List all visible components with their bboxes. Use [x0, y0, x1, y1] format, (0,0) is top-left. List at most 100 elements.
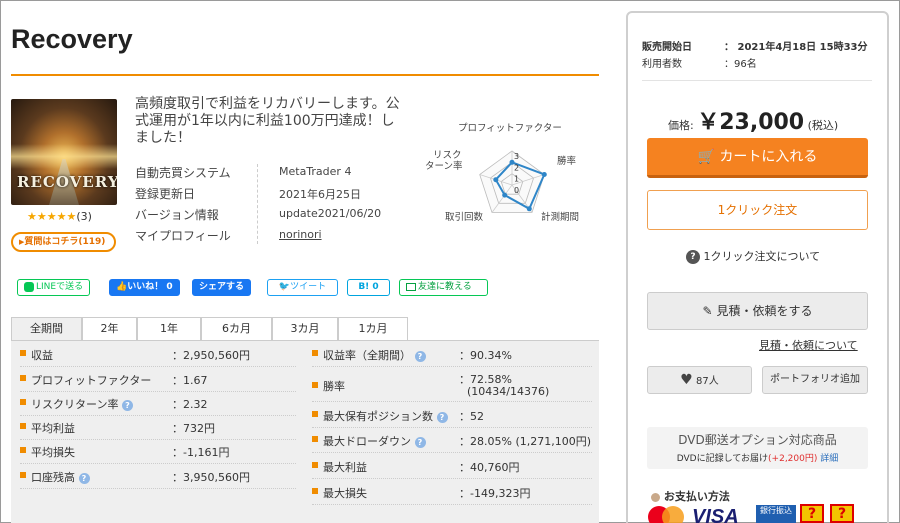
stat-row: プロフィットファクター ：1.67 [20, 368, 296, 392]
stat-value: ：2.32 [172, 398, 208, 411]
stat-bullet [312, 462, 318, 468]
radar-scale-label: 1 [514, 175, 519, 184]
rating-count: (3) [76, 210, 92, 223]
profile-link[interactable]: norinori [279, 228, 322, 241]
info-value-system: MetaTrader 4 [279, 165, 352, 178]
stat-bullet [312, 350, 318, 356]
favorite-button[interactable]: ♥ 87人 [647, 366, 752, 394]
radar-scale-label: 3 [514, 152, 519, 161]
tweet-label: ツイート [290, 282, 327, 292]
help-icon[interactable]: ? [78, 472, 90, 484]
facebook-like-label: いいね！ 0 [127, 282, 173, 292]
stat-label: 口座残高 ? [31, 469, 90, 485]
stat-value: ：1.67 [172, 374, 208, 387]
hatena-bookmark-button[interactable]: B! 0 [347, 279, 390, 296]
question-circle-icon: ? [686, 250, 700, 264]
release-date-label: 販売開始日 [642, 42, 692, 53]
radar-point [541, 172, 547, 177]
stat-label: 最大損失 [323, 487, 367, 500]
stat-value: ：-149,323円 [459, 487, 531, 500]
dvd-price: (+2,200円) [768, 454, 818, 464]
tab-1-year[interactable]: 1年 [137, 317, 201, 341]
stat-row: 収益率（全期間） ? ：90.34% [312, 343, 592, 367]
product-thumbnail[interactable]: RECOVERY [11, 99, 117, 205]
visa-icon: VISA [692, 506, 739, 523]
stat-row: 最大利益 ：40,760円 [312, 455, 592, 479]
stat-label-text: 最大保有ポジション数 [323, 410, 433, 423]
line-share-button[interactable]: LINEで送る [17, 279, 91, 296]
stat-bullet [20, 350, 26, 356]
quote-request-label: 見積・依頼をする [716, 304, 813, 318]
stat-label: リスクリターン率 ? [31, 396, 133, 412]
radar-point [526, 206, 532, 212]
tax-note: (税込) [807, 119, 839, 132]
dvd-detail-link[interactable]: 詳細 [820, 454, 838, 464]
payment-q-icon-2: ? [830, 504, 854, 523]
mail-friend-button[interactable]: 友達に教える [399, 279, 488, 296]
dvd-title: DVD郵送オプション対応商品 [678, 433, 837, 447]
rating[interactable]: ★★★★★(3) [27, 210, 92, 223]
dvd-note: DVDに記録してお届け [676, 454, 769, 464]
tab-3-months[interactable]: 3カ月 [272, 317, 338, 341]
info-label-updated: 登録更新日 [135, 187, 196, 201]
stat-value: ：90.34% [459, 349, 512, 362]
stat-row: 口座残高 ? ：3,950,560円 [20, 465, 296, 489]
payment-title-row: お支払い方法 [651, 488, 730, 504]
radar-label-risk-1: リスク [433, 150, 462, 161]
tab-1-month[interactable]: 1カ月 [338, 317, 408, 341]
tab-all-period[interactable]: 全期間 [11, 317, 82, 341]
stat-bullet [312, 411, 318, 417]
info-label-system: 自動売買システム [135, 166, 231, 180]
stats-panel: 収益 ：2,950,560円 プロフィットファクター ：1.67 リスクリターン… [11, 340, 599, 523]
stat-value: ：3,950,560円 [172, 471, 250, 484]
stat-value: ：732円 [172, 422, 215, 435]
add-to-cart-button[interactable]: 🛒 カートに入れる [647, 138, 868, 178]
stat-label: 収益 [31, 349, 53, 362]
users-value: ：96名 [724, 59, 757, 70]
stat-label-text: 口座残高 [31, 471, 75, 484]
radar-label-risk-2: ターン率 [425, 161, 463, 172]
radar-scale-label: 2 [514, 163, 519, 172]
price-value: ￥23,000 [697, 110, 805, 135]
help-icon[interactable]: ? [414, 436, 426, 448]
question-button[interactable]: ▶質問はコチラ(119) [11, 232, 116, 252]
stat-value: ：-1,161円 [172, 446, 230, 459]
help-icon[interactable]: ? [414, 350, 426, 362]
add-portfolio-button[interactable]: ポートフォリオ追加 [762, 366, 868, 394]
payment-title: お支払い方法 [663, 490, 730, 503]
stat-bullet [312, 436, 318, 442]
thumbs-up-icon: 👍 [116, 282, 128, 292]
stat-row: リスクリターン率 ? ：2.32 [20, 392, 296, 416]
help-icon[interactable]: ? [436, 411, 448, 423]
stat-label: 最大保有ポジション数 ? [323, 408, 448, 424]
payment-q-icon: ? [800, 504, 824, 523]
tweet-button[interactable]: 🐦ツイート [267, 279, 338, 296]
one-click-order-button[interactable]: 1クリック注文 [647, 190, 868, 230]
stat-value: ：52 [459, 410, 484, 423]
one-click-about-label: 1クリック注文について [703, 250, 821, 263]
stat-label-text: リスクリターン率 [31, 398, 119, 411]
one-click-about-link[interactable]: ? 1クリック注文について [686, 248, 820, 264]
stat-bullet [20, 472, 26, 478]
quote-about-link[interactable]: 見積・依頼について [759, 337, 858, 353]
stat-label: 勝率 [323, 380, 345, 393]
radar-chart: 3 2 1 0 [479, 150, 547, 213]
quote-request-button[interactable]: ✎ 見積・依頼をする [647, 292, 868, 330]
stat-bullet [20, 375, 26, 381]
stat-label: 最大利益 [323, 461, 367, 474]
panel-divider [642, 80, 872, 81]
bank-transfer-icon: 銀行振込 [756, 505, 796, 523]
question-button-label: 質問はコチラ(119) [24, 237, 106, 247]
info-value-version: update2021/06/20 [279, 207, 382, 220]
page-title: Recovery [11, 24, 133, 54]
facebook-like-button[interactable]: 👍いいね！ 0 [109, 279, 180, 296]
radar-scale-label: 0 [514, 186, 519, 195]
tab-2-years[interactable]: 2年 [82, 317, 137, 341]
stat-row: 勝率 ：72.58% (10434/14376) [312, 368, 592, 402]
radar-point [493, 177, 499, 183]
tab-6-months[interactable]: 6カ月 [201, 317, 272, 341]
users-label: 利用者数 [642, 59, 682, 70]
help-icon[interactable]: ? [121, 399, 133, 411]
info-label-profile: マイプロフィール [135, 229, 231, 243]
facebook-share-button[interactable]: シェアする [192, 279, 252, 296]
